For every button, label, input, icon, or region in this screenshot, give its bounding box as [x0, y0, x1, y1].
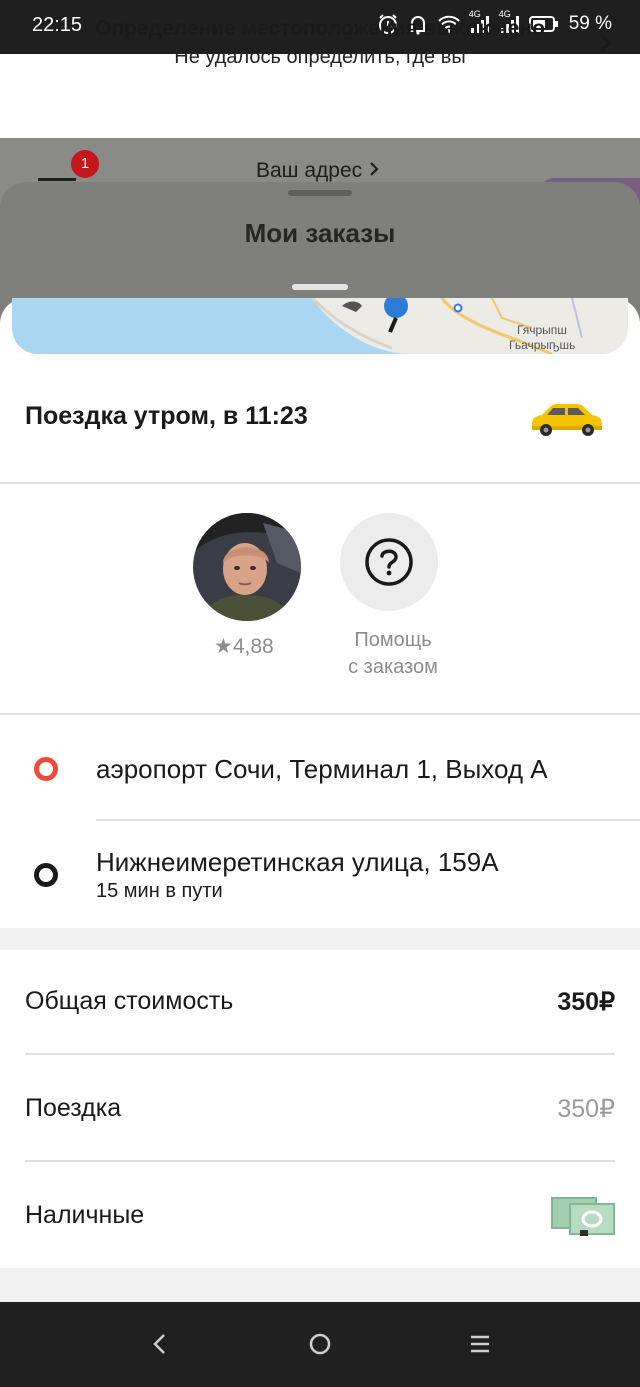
order-card: [0, 298, 640, 1288]
trip-cost-label: Поездка: [25, 1094, 122, 1122]
cash-icon: [550, 1194, 616, 1243]
total-cost-label: Общая стоимость: [25, 987, 234, 1015]
total-cost-value: 350₽: [557, 988, 615, 1016]
map-place-label: Гячрыпш: [517, 323, 567, 337]
chevron-right-icon: [368, 159, 380, 182]
orders-title: Мои заказы: [244, 218, 396, 248]
sheet-drag-handle[interactable]: [288, 190, 352, 196]
section-separator: [0, 1268, 640, 1302]
address-button[interactable]: Ваш адрес: [256, 159, 380, 183]
address-label: Ваш адрес: [256, 159, 363, 182]
home-button[interactable]: [307, 1330, 333, 1363]
map-place-label: Гьачрыҧшь: [509, 338, 575, 352]
destination-point-icon: [34, 863, 58, 887]
divider: [25, 1160, 615, 1162]
driver-rating: ★4,88: [214, 634, 274, 659]
recent-apps-button[interactable]: [468, 1330, 492, 1363]
route-map[interactable]: Гячрыпш Гьачрыҧшь: [12, 298, 628, 354]
help-button[interactable]: [340, 513, 438, 611]
origin-point-icon: [34, 757, 58, 781]
help-label-line2: с заказом: [348, 656, 438, 678]
route-origin: аэропорт Сочи, Терминал 1, Выход А: [96, 754, 548, 784]
menu-icon[interactable]: [38, 178, 76, 181]
divider: [0, 713, 640, 715]
divider: [0, 482, 640, 484]
divider: [25, 1053, 615, 1055]
help-label-line1: Помощь: [354, 629, 432, 651]
divider: [96, 819, 640, 821]
banner-title: Определение местоположения выключено: [95, 17, 545, 40]
route-eta: 15 мин в пути: [96, 880, 223, 902]
chevron-right-icon[interactable]: [596, 31, 614, 60]
question-icon: [365, 538, 413, 586]
help-label[interactable]: Помощь с заказом: [330, 627, 456, 681]
section-separator: [0, 928, 640, 950]
payment-method-label: Наличные: [25, 1201, 145, 1229]
route-destination: Нижнеимеретинская улица, 159А: [96, 847, 499, 877]
card-drag-handle[interactable]: [292, 284, 348, 290]
recents-icon: [471, 1335, 489, 1353]
trip-title: Поездка утром, в 11:23: [25, 402, 308, 430]
home-icon: [309, 1333, 331, 1355]
trip-cost-value: 350₽: [557, 1095, 615, 1123]
rating-value: 4,88: [232, 635, 274, 658]
taxi-car-icon: [528, 400, 604, 443]
star-icon: ★: [214, 635, 233, 658]
banner-subtitle: Не удалось определить, где вы: [174, 46, 466, 68]
notification-badge: 1: [71, 150, 99, 178]
back-icon: [153, 1334, 165, 1354]
back-button[interactable]: [150, 1330, 170, 1363]
driver-avatar[interactable]: [193, 513, 301, 621]
